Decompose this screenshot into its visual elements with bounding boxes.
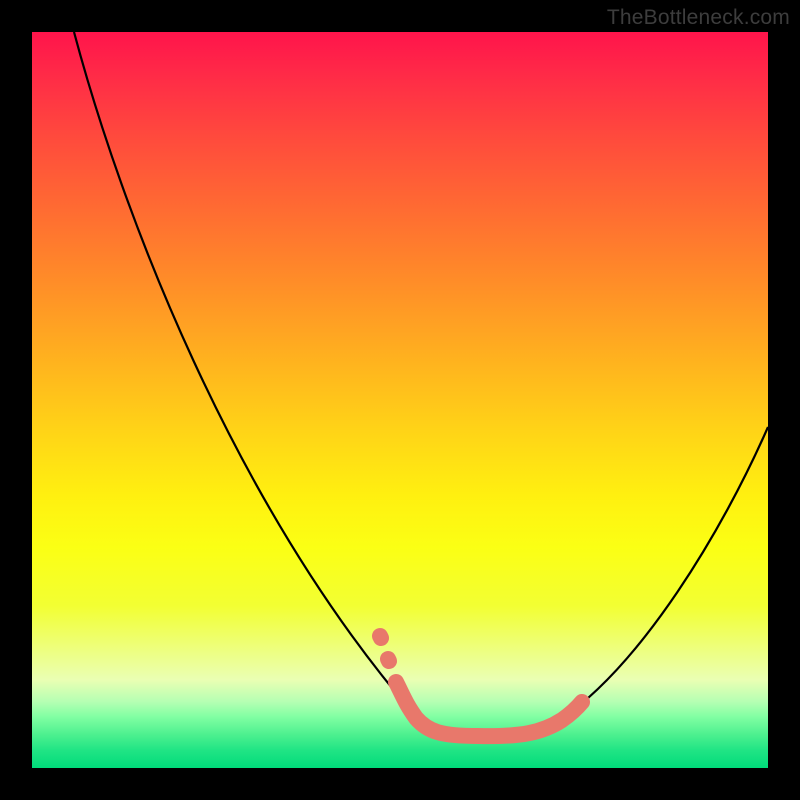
watermark-text: TheBottleneck.com bbox=[607, 6, 790, 30]
chart-frame: TheBottleneck.com bbox=[0, 0, 800, 800]
series-coral-highlight bbox=[396, 682, 582, 736]
plot-area bbox=[32, 32, 768, 768]
series-group bbox=[74, 32, 768, 736]
series-coral-dot-1 bbox=[388, 659, 389, 661]
chart-svg bbox=[32, 32, 768, 768]
series-black-curve bbox=[74, 32, 768, 735]
series-coral-dot-2 bbox=[380, 636, 381, 638]
